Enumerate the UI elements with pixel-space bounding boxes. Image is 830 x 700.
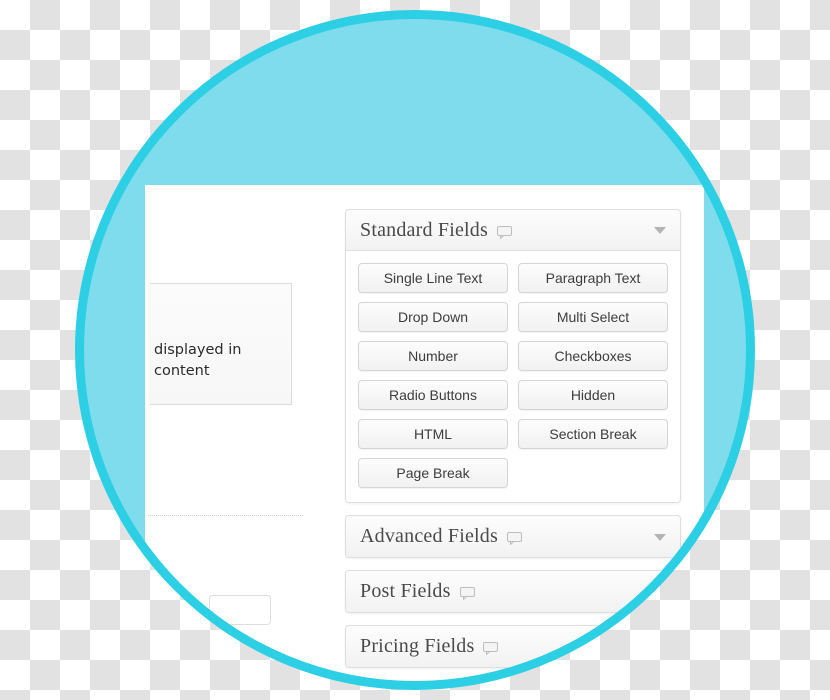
field-button-number[interactable]: Number <box>358 341 508 371</box>
teal-circle-badge: displayed in content Standard Fields Sin… <box>75 10 755 690</box>
speech-bubble-icon[interactable] <box>459 587 475 600</box>
panel-title-post-fields: Post Fields <box>360 580 451 602</box>
speech-bubble-icon[interactable] <box>497 225 512 239</box>
panel-post-fields: Post Fields <box>345 570 681 613</box>
panel-body-standard-fields: Single Line Text Paragraph Text Drop Dow… <box>346 251 680 502</box>
speech-bubble-icon[interactable] <box>506 532 522 545</box>
field-button-checkboxes[interactable]: Checkboxes <box>518 341 668 371</box>
field-button-radio-buttons[interactable]: Radio Buttons <box>358 380 508 410</box>
form-field-preview[interactable]: displayed in content <box>150 283 292 405</box>
form-editor-canvas: displayed in content <box>145 185 340 681</box>
speech-bubble-icon[interactable] <box>483 642 499 655</box>
chevron-down-icon[interactable] <box>654 533 666 541</box>
panel-pricing-fields: Pricing Fields <box>345 625 681 668</box>
field-button-drop-down[interactable]: Drop Down <box>358 302 508 332</box>
field-button-html[interactable]: HTML <box>358 419 508 449</box>
form-field-preview-text: displayed in content <box>154 342 242 379</box>
field-button-page-break[interactable]: Page Break <box>358 458 508 488</box>
field-button-paragraph-text[interactable]: Paragraph Text <box>518 263 668 293</box>
form-section-divider <box>148 515 303 516</box>
panel-header-advanced-fields[interactable]: Advanced Fields <box>346 516 680 557</box>
panel-title-pricing-fields: Pricing Fields <box>360 635 475 657</box>
field-button-hidden[interactable]: Hidden <box>518 380 668 410</box>
form-editor-card: displayed in content Standard Fields Sin… <box>145 185 704 681</box>
panel-header-post-fields[interactable]: Post Fields <box>346 571 680 612</box>
standard-fields-button-grid: Single Line Text Paragraph Text Drop Dow… <box>358 263 668 488</box>
panel-header-standard-fields[interactable]: Standard Fields <box>346 210 680 251</box>
field-palette-sidebar: Standard Fields Single Line Text Paragra… <box>345 209 685 680</box>
panel-title-advanced-fields: Advanced Fields <box>360 525 498 547</box>
field-button-single-line-text[interactable]: Single Line Text <box>358 263 508 293</box>
chevron-down-icon[interactable] <box>654 227 666 234</box>
field-button-multi-select[interactable]: Multi Select <box>518 302 668 332</box>
field-button-section-break[interactable]: Section Break <box>518 419 668 449</box>
panel-title-standard-fields: Standard Fields <box>360 218 488 241</box>
panel-advanced-fields: Advanced Fields <box>345 515 681 558</box>
form-footer-box[interactable] <box>209 595 271 625</box>
panel-header-pricing-fields[interactable]: Pricing Fields <box>346 626 680 667</box>
panel-standard-fields: Standard Fields Single Line Text Paragra… <box>345 209 681 503</box>
